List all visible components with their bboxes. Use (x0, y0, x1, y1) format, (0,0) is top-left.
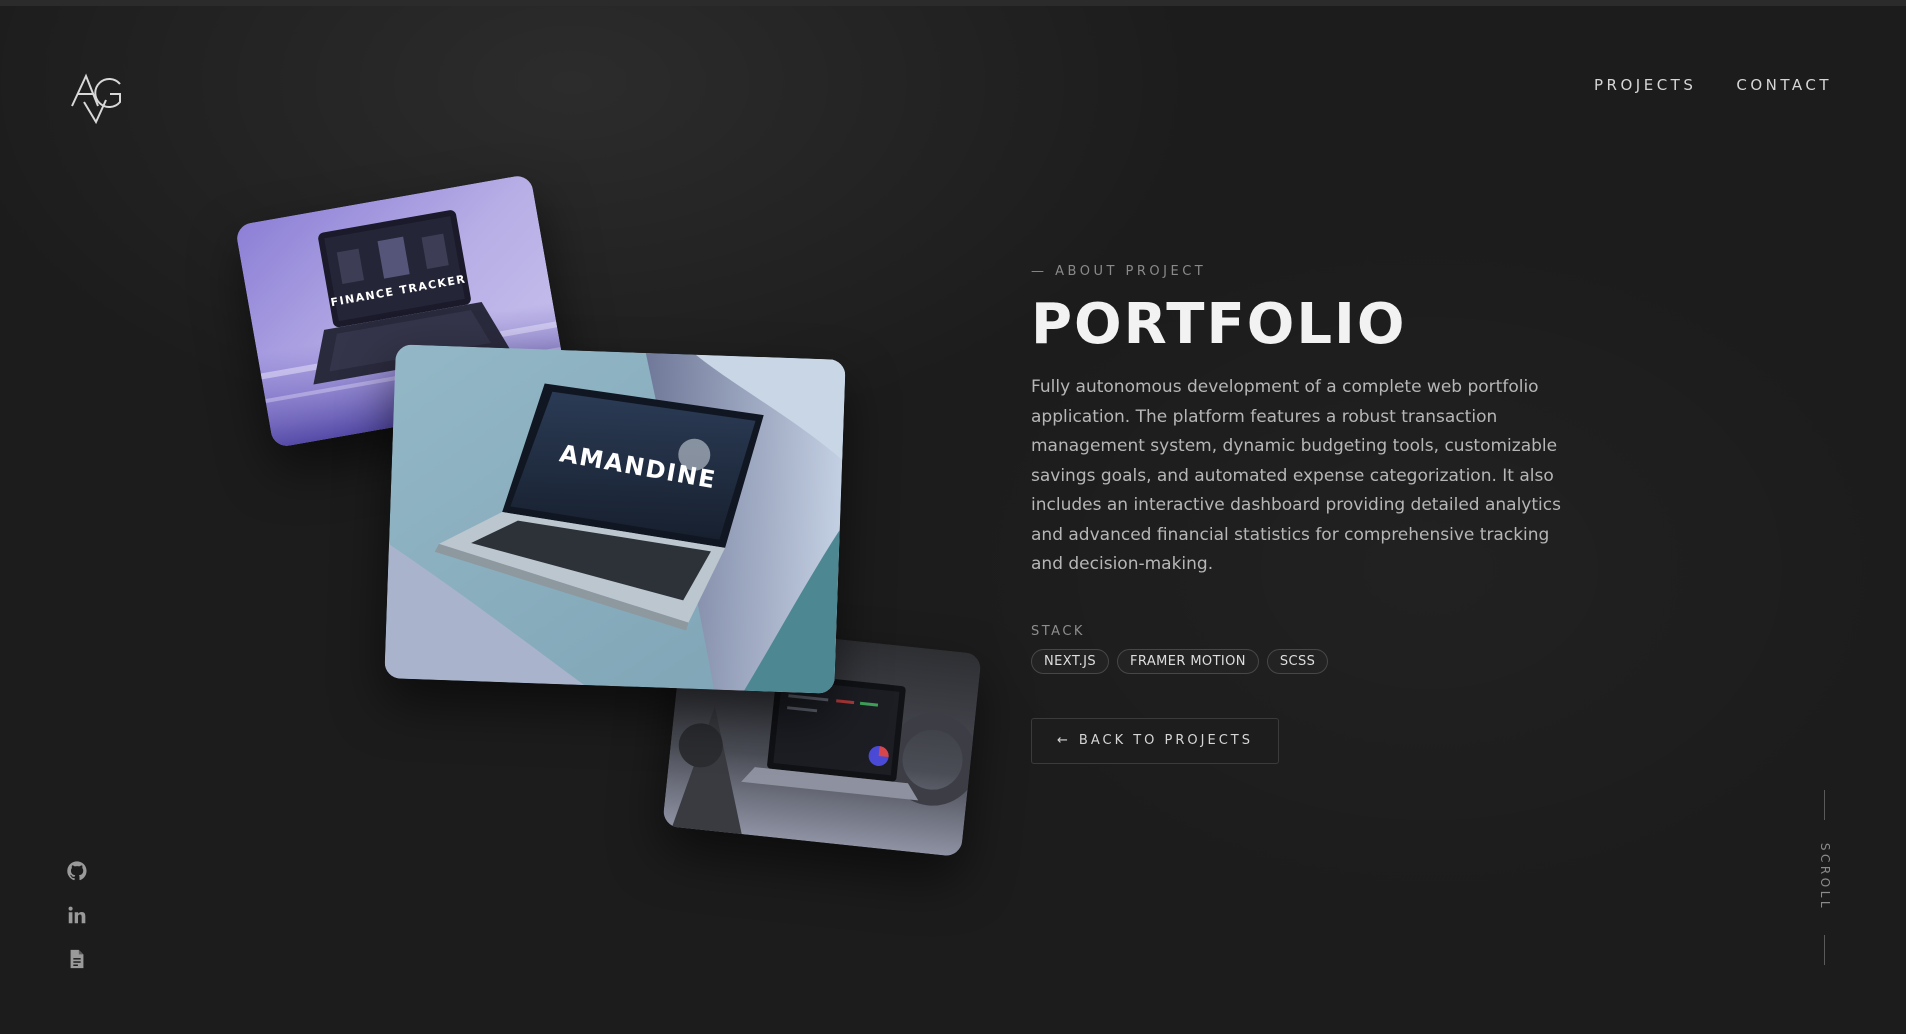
logo[interactable] (70, 72, 124, 125)
scroll-line-bottom (1824, 935, 1825, 965)
project-image-amandine[interactable]: AMANDINE (384, 344, 846, 694)
github-link[interactable] (66, 860, 88, 882)
page: PROJECTS CONTACT FINANCE TRACKER AMANDIN… (0, 0, 1906, 1034)
top-bar (0, 0, 1906, 6)
social-links (66, 860, 88, 970)
main-nav: PROJECTS CONTACT (1594, 76, 1832, 94)
arrow-left-icon: ← (1057, 733, 1071, 748)
back-button-label: BACK TO PROJECTS (1078, 733, 1253, 748)
about-project: — ABOUT PROJECT PORTFOLIO Fully autonomo… (1031, 264, 1571, 764)
stack-chip: SCSS (1266, 648, 1329, 674)
stack-label: STACK (1031, 623, 1085, 639)
github-icon (67, 861, 87, 881)
nav-projects-link[interactable]: PROJECTS (1594, 76, 1696, 94)
resume-link[interactable] (66, 948, 88, 970)
project-title: PORTFOLIO (1031, 292, 1407, 357)
project-description: Fully autonomous development of a comple… (1031, 377, 1561, 574)
back-to-projects-button[interactable]: ← BACK TO PROJECTS (1031, 717, 1279, 764)
stack-list: NEXT.JS FRAMER MOTION SCSS (1031, 648, 1571, 674)
scroll-label: SCROLL (1818, 842, 1832, 912)
nav-contact-link[interactable]: CONTACT (1736, 76, 1832, 94)
stack-chip: NEXT.JS (1031, 648, 1110, 674)
stack-chip: FRAMER MOTION (1117, 648, 1259, 674)
document-icon (70, 949, 84, 969)
scroll-line-top (1824, 790, 1825, 820)
linkedin-icon (68, 906, 86, 924)
scroll-indicator[interactable]: SCROLL (1810, 790, 1840, 965)
linkedin-link[interactable] (66, 904, 88, 926)
about-eyebrow: — ABOUT PROJECT (1031, 264, 1207, 279)
logo-mark (71, 73, 121, 125)
